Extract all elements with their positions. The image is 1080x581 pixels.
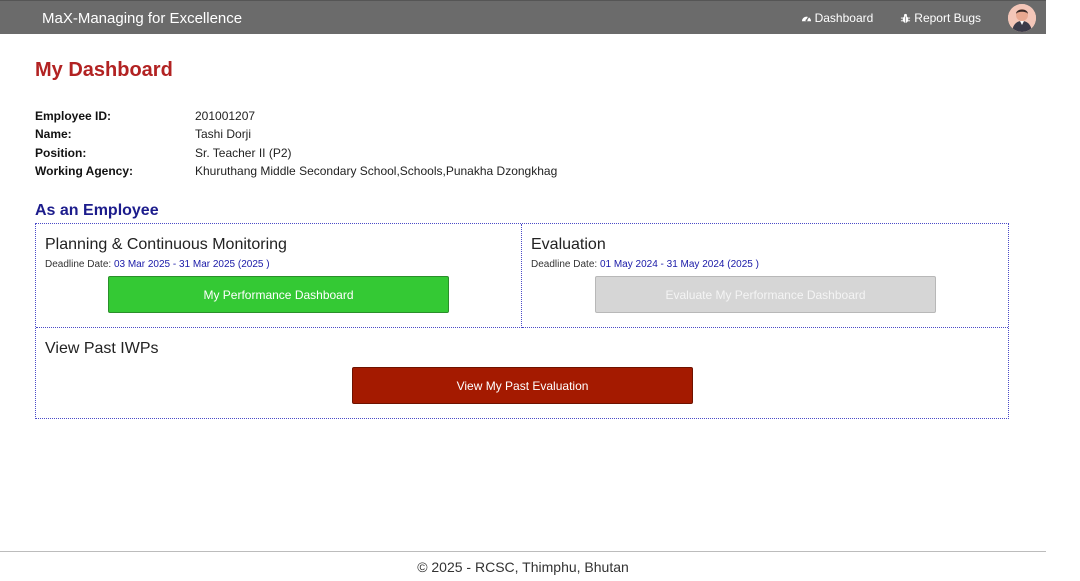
evaluation-deadline: Deadline Date: 01 May 2024 - 31 May 2024… — [531, 259, 759, 270]
employee-panel: Planning & Continuous Monitoring Deadlin… — [35, 223, 1009, 419]
employee-position-value: Sr. Teacher II (P2) — [195, 145, 292, 160]
evaluate-my-performance-button[interactable]: Evaluate My Performance Dashboard — [595, 276, 936, 313]
footer-divider — [0, 551, 1046, 552]
evaluation-cell: Evaluation Deadline Date: 01 May 2024 - … — [522, 224, 1008, 328]
evaluation-deadline-value: 01 May 2024 - 31 May 2024 (2025 ) — [599, 259, 759, 270]
employee-position-row: Position: Sr. Teacher II (P2) — [35, 144, 557, 162]
employee-position-label: Position: — [35, 145, 87, 160]
employee-id-label: Employee ID: — [35, 109, 112, 124]
nav-report-bugs-link[interactable]: Report Bugs — [900, 11, 981, 25]
planning-deadline-label: Deadline Date: — [45, 259, 114, 270]
employee-info: Employee ID: 201001207 Name: Tashi Dorji… — [35, 107, 557, 180]
section-title: As an Employee — [35, 202, 159, 219]
planning-title: Planning & Continuous Monitoring — [45, 236, 287, 253]
planning-deadline: Deadline Date: 03 Mar 2025 - 31 Mar 2025… — [45, 259, 270, 270]
nav-dashboard-label: Dashboard — [814, 11, 874, 25]
app-brand[interactable]: MaX-Managing for Excellence — [42, 10, 242, 27]
dashboard-icon — [801, 13, 812, 24]
page-edge — [1046, 0, 1080, 581]
planning-deadline-value: 03 Mar 2025 - 31 Mar 2025 (2025 ) — [113, 259, 270, 270]
employee-name-label: Name: — [35, 127, 72, 142]
nav-dashboard-link[interactable]: Dashboard — [801, 11, 874, 25]
employee-agency-label: Working Agency: — [35, 164, 134, 179]
user-avatar[interactable] — [1008, 4, 1036, 32]
planning-cell: Planning & Continuous Monitoring Deadlin… — [36, 224, 522, 328]
past-iwps-title: View Past IWPs — [45, 340, 159, 357]
employee-id-row: Employee ID: 201001207 — [35, 107, 557, 125]
bug-icon — [900, 13, 911, 24]
evaluation-title: Evaluation — [531, 236, 606, 253]
footer-text: © 2025 - RCSC, Thimphu, Bhutan — [417, 559, 629, 575]
past-iwps-cell: View Past IWPs View My Past Evaluation — [36, 328, 1008, 418]
employee-agency-row: Working Agency: Khuruthang Middle Second… — [35, 162, 557, 180]
my-performance-dashboard-button[interactable]: My Performance Dashboard — [108, 276, 449, 313]
top-navbar: MaX-Managing for Excellence Dashboard Re… — [0, 0, 1046, 34]
view-past-evaluation-button[interactable]: View My Past Evaluation — [352, 367, 693, 404]
employee-id-value: 201001207 — [195, 109, 256, 124]
employee-name-value: Tashi Dorji — [195, 127, 252, 142]
navbar-right: Dashboard Report Bugs — [801, 1, 1036, 35]
nav-report-bugs-label: Report Bugs — [914, 11, 981, 25]
employee-name-row: Name: Tashi Dorji — [35, 125, 557, 143]
page-title: My Dashboard — [35, 59, 173, 81]
employee-agency-value: Khuruthang Middle Secondary School,Schoo… — [195, 164, 558, 179]
evaluation-deadline-label: Deadline Date: — [531, 259, 600, 270]
